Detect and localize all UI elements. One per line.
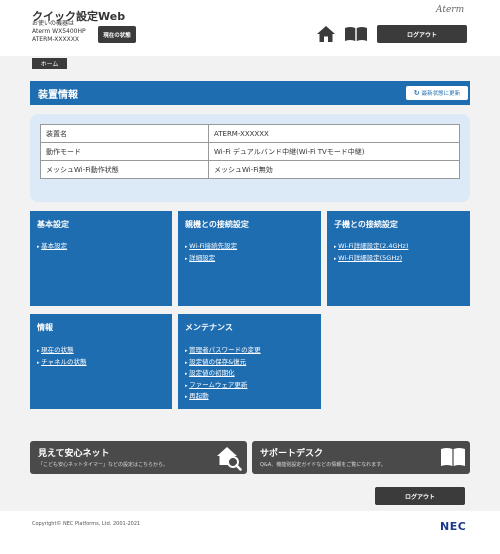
link-save-restore[interactable]: 設定値の保存&復元 [189,358,246,366]
copyright: Copyright© NEC Platforms, Ltd. 2001-2021 [32,521,141,527]
list-item: Wi-Fi詳細設定(5GHz) [334,253,408,265]
section-header: 装置情報 ↻ 最新状態に更新 [30,81,470,105]
card-basic-settings: 基本設定 基本設定 [30,211,172,306]
card-information: 情報 現在の状態 チャネルの状態 [30,314,172,409]
list-item: 基本設定 [37,241,67,253]
list-item: 再起動 [185,391,261,403]
table-value: ATERM-XXXXXX [208,124,460,143]
card-title: 子機との接続設定 [334,220,398,229]
list-item: 設定値の保存&復元 [185,357,261,369]
link-advanced-settings[interactable]: 詳細設定 [189,254,215,262]
header: クイック設定Web お使いの機器は Aterm WX5400HP ATERM-X… [0,0,500,56]
table-row: メッシュWi-Fi動作状態 メッシュWi-Fi無効 [40,160,460,179]
aterm-logo: Aterm [436,5,465,15]
table-key: 装置名 [40,124,209,143]
link-wifi-detail-24ghz[interactable]: Wi-Fi詳細設定(2.4GHz) [338,242,408,250]
list-item: Wi-Fi詳細設定(2.4GHz) [334,241,408,253]
banner-title: 見えて安心ネット [38,449,110,459]
support-desk-banner[interactable]: サポートデスク Q&A、機能別設定ガイドなどの情報をご覧になれます。 [252,441,470,474]
link-change-admin-password[interactable]: 管理者パスワードの変更 [189,346,261,354]
list-item: 設定値の初期化 [185,368,261,380]
device-info-panel: 装置名 ATERM-XXXXXX 動作モード Wi-Fi デュアルバンド中継(W… [30,114,470,202]
device-info: お使いの機器は Aterm WX5400HP ATERM-XXXXXX [32,20,86,44]
card-title: メンテナンス [185,323,233,332]
link-basic-settings[interactable]: 基本設定 [41,242,67,250]
mieru-anshin-net-banner[interactable]: 見えて安心ネット 「こども安心ネットタイマー」などの設定はこちらから。 [30,441,247,474]
card-link-list: 管理者パスワードの変更 設定値の保存&復元 設定値の初期化 ファームウェア更新 … [185,345,261,403]
banner-title: サポートデスク [260,449,324,459]
device-model: Aterm WX5400HP [32,28,86,35]
book-icon [441,448,465,466]
home-search-icon [217,447,242,471]
device-info-label: お使いの機器は [32,20,75,27]
card-title: 情報 [37,323,53,332]
link-factory-reset[interactable]: 設定値の初期化 [189,369,235,377]
card-title: 親機との接続設定 [185,220,249,229]
list-item: 管理者パスワードの変更 [185,345,261,357]
card-link-list: Wi-Fi詳細設定(2.4GHz) Wi-Fi詳細設定(5GHz) [334,241,408,264]
link-current-status[interactable]: 現在の状態 [41,346,74,354]
banner-subtitle: Q&A、機能別設定ガイドなどの情報をご覧になれます。 [260,462,386,468]
list-item: Wi-Fi接続先設定 [185,241,237,253]
refresh-button[interactable]: ↻ 最新状態に更新 [406,86,468,100]
table-value: メッシュWi-Fi無効 [208,160,460,179]
list-item: 現在の状態 [37,345,87,357]
current-status-button[interactable]: 現在の状態 [98,26,136,43]
refresh-label: 最新状態に更新 [421,91,461,97]
table-row: 動作モード Wi-Fi デュアルバンド中継(Wi-Fi TVモード中継) [40,142,460,161]
card-link-list: Wi-Fi接続先設定 詳細設定 [185,241,237,264]
page-title: 装置情報 [38,90,78,101]
link-wifi-detail-5ghz[interactable]: Wi-Fi詳細設定(5GHz) [338,254,402,262]
refresh-icon: ↻ [413,89,420,97]
card-child-connection: 子機との接続設定 Wi-Fi詳細設定(2.4GHz) Wi-Fi詳細設定(5GH… [327,211,470,306]
book-icon[interactable] [344,26,368,42]
breadcrumb-home[interactable]: ホーム [32,58,67,69]
card-link-list: 現在の状態 チャネルの状態 [37,345,87,369]
card-maintenance: メンテナンス 管理者パスワードの変更 設定値の保存&復元 設定値の初期化 ファー… [178,314,321,409]
table-key: メッシュWi-Fi動作状態 [40,160,209,179]
table-value: Wi-Fi デュアルバンド中継(Wi-Fi TVモード中継) [208,142,460,161]
logout-button-bottom[interactable]: ログアウト [375,487,465,505]
list-item: 詳細設定 [185,253,237,265]
card-parent-connection: 親機との接続設定 Wi-Fi接続先設定 詳細設定 [178,211,321,306]
footer: Copyright© NEC Platforms, Ltd. 2001-2021… [0,511,500,554]
list-item: ファームウェア更新 [185,380,261,392]
card-title: 基本設定 [37,220,69,229]
banner-subtitle: 「こども安心ネットタイマー」などの設定はこちらから。 [38,462,169,468]
link-channel-status[interactable]: チャネルの状態 [41,358,86,366]
link-wifi-connection-settings[interactable]: Wi-Fi接続先設定 [189,242,237,250]
card-link-list: 基本設定 [37,241,67,253]
list-item: チャネルの状態 [37,357,86,369]
table-row: 装置名 ATERM-XXXXXX [40,124,460,143]
table-key: 動作モード [40,142,209,161]
device-name: ATERM-XXXXXX [32,36,79,43]
link-reboot[interactable]: 再起動 [189,392,209,400]
device-info-table: 装置名 ATERM-XXXXXX 動作モード Wi-Fi デュアルバンド中継(W… [40,124,460,179]
link-firmware-update[interactable]: ファームウェア更新 [189,381,247,389]
home-icon[interactable] [316,25,336,43]
logout-button[interactable]: ログアウト [377,25,467,43]
nec-logo: NEC [440,520,467,533]
